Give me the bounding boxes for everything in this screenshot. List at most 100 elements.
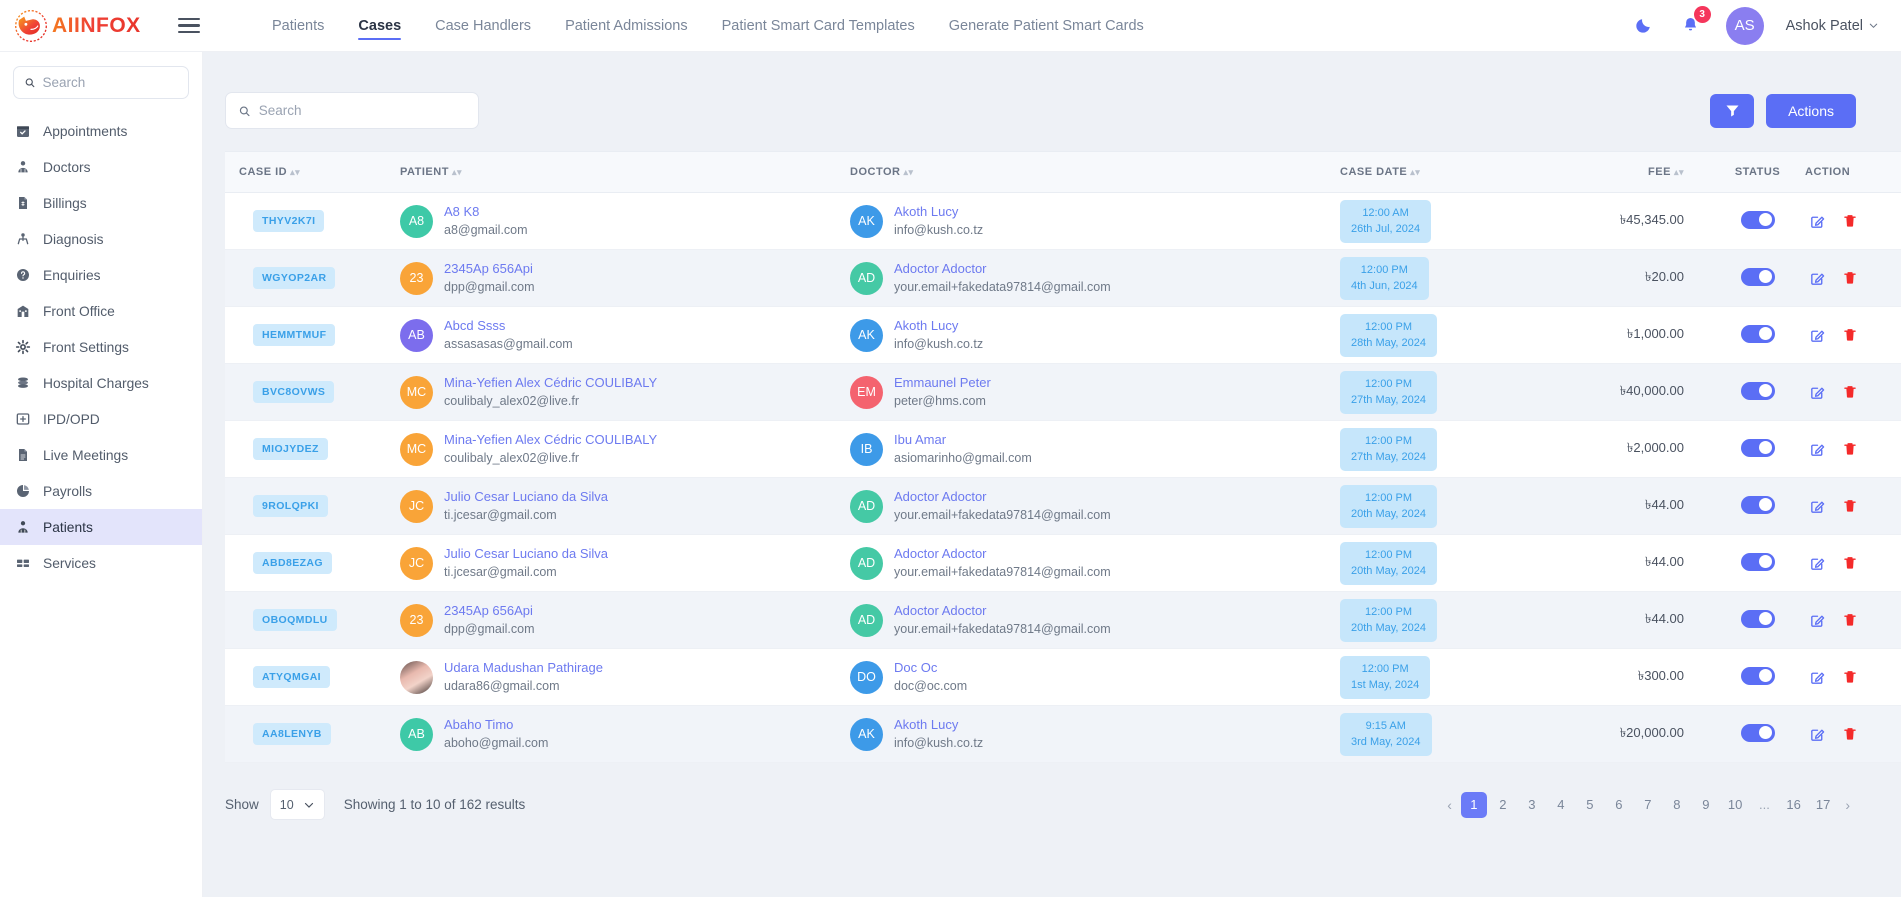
doctor-name[interactable]: Akoth Lucy	[894, 203, 983, 222]
case-id-chip[interactable]: MIOJYDEZ	[253, 438, 328, 460]
search-box[interactable]	[225, 92, 479, 129]
sidebar-item-services[interactable]: Services	[0, 545, 202, 581]
patient-name[interactable]: Mina-Yefien Alex Cédric COULIBALY	[444, 374, 657, 393]
sidebar-item-patients[interactable]: Patients	[0, 509, 202, 545]
edit-row-button[interactable]	[1809, 612, 1826, 629]
case-id-chip[interactable]: ABD8EZAG	[253, 552, 332, 574]
nav-item-patient-smart-card-templates[interactable]: Patient Smart Card Templates	[722, 0, 915, 52]
case-id-chip[interactable]: OBOQMDLU	[253, 609, 337, 631]
dark-mode-toggle[interactable]	[1630, 13, 1656, 39]
pagination-page-4[interactable]: 4	[1548, 792, 1574, 818]
patient-name[interactable]: Abcd Ssss	[444, 317, 573, 336]
nav-item-generate-patient-smart-cards[interactable]: Generate Patient Smart Cards	[949, 0, 1144, 52]
edit-row-button[interactable]	[1809, 270, 1826, 287]
status-toggle[interactable]	[1740, 666, 1775, 685]
delete-row-button[interactable]	[1842, 555, 1858, 571]
pagination-page-16[interactable]: 16	[1780, 792, 1806, 818]
sidebar-item-ipd-opd[interactable]: IPD/OPD	[0, 401, 202, 437]
patient-name[interactable]: 2345Ap 656Api	[444, 602, 535, 621]
patient-name[interactable]: Mina-Yefien Alex Cédric COULIBALY	[444, 431, 657, 450]
patient-name[interactable]: Julio Cesar Luciano da Silva	[444, 488, 608, 507]
pagination-prev[interactable]: ‹	[1441, 792, 1458, 818]
doctor-name[interactable]: Akoth Lucy	[894, 716, 983, 735]
column-header-fee[interactable]: FEE ▴▾	[1570, 151, 1710, 193]
pagination-page-17[interactable]: 17	[1810, 792, 1836, 818]
case-id-chip[interactable]: THYV2K7I	[253, 210, 325, 232]
column-header-patient[interactable]: PATIENT ▴▾	[400, 151, 850, 193]
column-header-case-date[interactable]: CASE DATE ▴▾	[1340, 151, 1570, 193]
doctor-name[interactable]: Adoctor Adoctor	[894, 488, 1111, 507]
filter-button[interactable]	[1710, 93, 1755, 128]
pagination-page-5[interactable]: 5	[1577, 792, 1603, 818]
sidebar-item-live-meetings[interactable]: Live Meetings	[0, 437, 202, 473]
patient-name[interactable]: Udara Madushan Pathirage	[444, 659, 603, 678]
case-id-chip[interactable]: HEMMTMUF	[253, 324, 336, 346]
sidebar-search-input[interactable]	[42, 75, 178, 90]
user-menu[interactable]: Ashok Patel	[1786, 18, 1879, 34]
status-toggle[interactable]	[1740, 723, 1775, 742]
app-logo[interactable]: AIINFOX	[14, 9, 141, 43]
menu-toggle-icon[interactable]	[172, 12, 206, 39]
pagination-page-1[interactable]: 1	[1460, 791, 1487, 818]
delete-row-button[interactable]	[1842, 441, 1858, 457]
delete-row-button[interactable]	[1842, 498, 1858, 514]
doctor-name[interactable]: Adoctor Adoctor	[894, 545, 1111, 564]
case-id-chip[interactable]: 9ROLQPKI	[253, 495, 328, 517]
patient-name[interactable]: Julio Cesar Luciano da Silva	[444, 545, 608, 564]
pagination-page-3[interactable]: 3	[1519, 792, 1545, 818]
status-toggle[interactable]	[1740, 267, 1775, 286]
status-toggle[interactable]	[1740, 552, 1775, 571]
case-id-chip[interactable]: ATYQMGAI	[253, 666, 331, 688]
delete-row-button[interactable]	[1842, 669, 1858, 685]
edit-row-button[interactable]	[1809, 498, 1826, 515]
case-id-chip[interactable]: BVC8OVWS	[253, 381, 335, 403]
sidebar-search[interactable]	[13, 66, 189, 99]
nav-item-patients[interactable]: Patients	[272, 0, 324, 52]
doctor-name[interactable]: Ibu Amar	[894, 431, 1032, 450]
doctor-name[interactable]: Adoctor Adoctor	[894, 602, 1111, 621]
sidebar-item-payrolls[interactable]: Payrolls	[0, 473, 202, 509]
edit-row-button[interactable]	[1809, 555, 1826, 572]
pagination-next[interactable]: ›	[1839, 792, 1856, 818]
edit-row-button[interactable]	[1809, 384, 1826, 401]
doctor-name[interactable]: Emmaunel Peter	[894, 374, 991, 393]
search-input[interactable]	[258, 103, 466, 118]
sidebar-item-enquiries[interactable]: Enquiries	[0, 257, 202, 293]
pagination-page-6[interactable]: 6	[1606, 792, 1632, 818]
patient-name[interactable]: A8 K8	[444, 203, 528, 222]
nav-item-cases[interactable]: Cases	[358, 0, 401, 52]
sidebar-item-front-office[interactable]: Front Office	[0, 293, 202, 329]
status-toggle[interactable]	[1740, 381, 1775, 400]
edit-row-button[interactable]	[1809, 726, 1826, 743]
patient-name[interactable]: 2345Ap 656Api	[444, 260, 535, 279]
status-toggle[interactable]	[1740, 210, 1775, 229]
edit-row-button[interactable]	[1809, 441, 1826, 458]
sidebar-item-doctors[interactable]: Doctors	[0, 149, 202, 185]
pagination-page-9[interactable]: 9	[1693, 792, 1719, 818]
edit-row-button[interactable]	[1809, 327, 1826, 344]
status-toggle[interactable]	[1740, 438, 1775, 457]
delete-row-button[interactable]	[1842, 612, 1858, 628]
sidebar-item-hospital-charges[interactable]: Hospital Charges	[0, 365, 202, 401]
pagination-page-10[interactable]: 10	[1722, 792, 1748, 818]
status-toggle[interactable]	[1740, 495, 1775, 514]
avatar[interactable]: AS	[1725, 6, 1764, 45]
delete-row-button[interactable]	[1842, 213, 1858, 229]
pagination-page-8[interactable]: 8	[1664, 792, 1690, 818]
delete-row-button[interactable]	[1842, 327, 1858, 343]
page-size-select[interactable]: 10	[269, 789, 325, 820]
column-header-case-id[interactable]: CASE ID ▴▾	[225, 151, 400, 193]
patient-name[interactable]: Abaho Timo	[444, 716, 548, 735]
edit-row-button[interactable]	[1809, 669, 1826, 686]
case-id-chip[interactable]: WGYOP2AR	[253, 267, 336, 289]
status-toggle[interactable]	[1740, 324, 1775, 343]
doctor-name[interactable]: Akoth Lucy	[894, 317, 983, 336]
status-toggle[interactable]	[1740, 609, 1775, 628]
edit-row-button[interactable]	[1809, 213, 1826, 230]
delete-row-button[interactable]	[1842, 726, 1858, 742]
column-header-doctor[interactable]: DOCTOR ▴▾	[850, 151, 1340, 193]
nav-item-case-handlers[interactable]: Case Handlers	[435, 0, 531, 52]
pagination-page-7[interactable]: 7	[1635, 792, 1661, 818]
sidebar-item-billings[interactable]: Billings	[0, 185, 202, 221]
doctor-name[interactable]: Adoctor Adoctor	[894, 260, 1111, 279]
